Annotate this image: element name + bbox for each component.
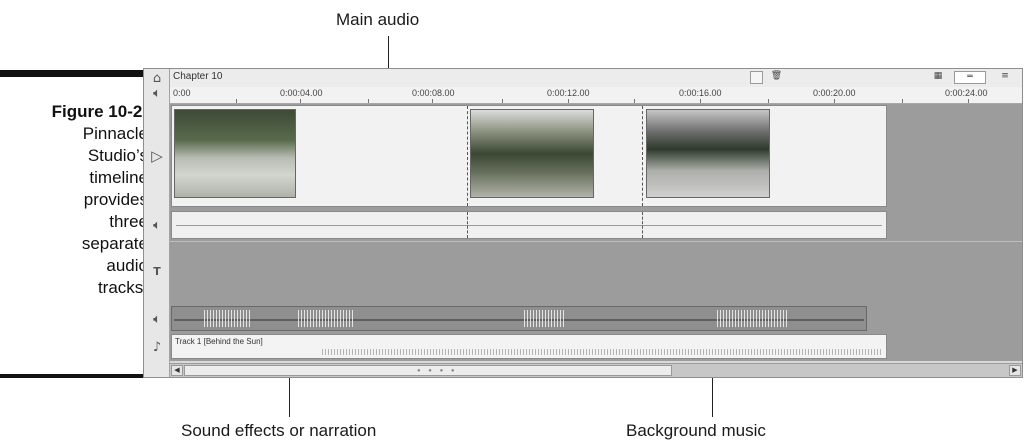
music-track-label: Track 1 [Behind the Sun] [175, 337, 263, 346]
caption-line: tracks. [97, 278, 148, 297]
ruler-label: 0:00:04.00 [280, 88, 323, 98]
scroll-left-button[interactable]: ◀ [171, 365, 183, 376]
figure-caption: Figure 10-2: Pinnacle Studio’s timeline … [0, 101, 148, 299]
clip-boundary [467, 106, 468, 206]
sound-effects-clip[interactable] [171, 306, 867, 331]
ruler-label: 0:00:16.00 [679, 88, 722, 98]
clip-boundary [642, 212, 643, 238]
background-music-track[interactable]: Track 1 [Behind the Sun] [170, 333, 1022, 361]
clip-boundary [467, 212, 468, 238]
video-clip-thumbnail[interactable] [174, 109, 296, 198]
main-audio-track[interactable] [170, 209, 1022, 241]
caption-line: three [109, 212, 148, 231]
ruler-label: 0:00:12.00 [547, 88, 590, 98]
music-waveform [322, 349, 882, 355]
title-overlay-track[interactable] [170, 241, 1022, 305]
audio-waveform [176, 225, 882, 226]
trash-icon[interactable]: 🗑︎ [770, 71, 783, 84]
callout-main-audio: Main audio [336, 10, 420, 29]
ruler-label: 0:00:24.00 [945, 88, 988, 98]
callout-sound-effects: Sound effects or narration [181, 421, 377, 440]
caption-line: Pinnacle [82, 124, 148, 143]
caption-line: audio [106, 256, 148, 275]
track-header-gutter: ⌂ 🔈︎ ▷ 🔈︎ T 🔈︎ ♪ [144, 69, 170, 377]
sound-effects-track[interactable] [170, 305, 1022, 333]
main-audio-clip[interactable] [171, 211, 887, 239]
scroll-thumb[interactable]: ● ● ● ● [184, 365, 672, 376]
caption-line: separate [81, 234, 148, 253]
scroll-right-button[interactable]: ▶ [1009, 365, 1021, 376]
speaker-icon[interactable]: 🔈︎ [147, 311, 167, 329]
timeline-ruler[interactable]: 0:00 0:00:04.00 0:00:08.00 0:00:12.00 0:… [170, 87, 1022, 104]
caption-line: timeline [89, 168, 148, 187]
horizontal-scrollbar[interactable]: ◀ ● ● ● ● ▶ [170, 363, 1022, 377]
callout-background-music: Background music [626, 421, 766, 440]
split-clip-button[interactable] [750, 71, 763, 84]
caption-line: Studio’s [87, 146, 148, 165]
background-music-clip[interactable]: Track 1 [Behind the Sun] [171, 334, 887, 359]
storyboard-view-button[interactable]: ▦ [928, 71, 948, 84]
timeline-view-button[interactable]: ═ [954, 71, 986, 84]
figure-number: Figure 10-2: [51, 102, 148, 121]
timeline-window: ⌂ 🔈︎ ▷ 🔈︎ T 🔈︎ ♪ Chapter 10 🗑︎ ▦ ═ ≡ 0:0… [143, 68, 1023, 378]
clip-boundary [642, 106, 643, 206]
camera-icon[interactable]: ▷ [147, 147, 167, 165]
speaker-icon[interactable]: 🔈︎ [147, 217, 167, 235]
video-clip-thumbnail[interactable] [646, 109, 770, 198]
ruler-label: 0:00 [173, 88, 191, 98]
caption-bottom-rule [0, 374, 148, 378]
music-note-icon[interactable]: ♪ [147, 339, 167, 357]
ruler-label: 0:00:20.00 [813, 88, 856, 98]
chapter-title: Chapter 10 [173, 71, 223, 82]
speaker-volume-icon[interactable]: 🔈︎ [147, 85, 167, 103]
text-view-button[interactable]: ≡ [990, 71, 1020, 84]
caption-top-rule [0, 70, 148, 77]
video-track[interactable] [170, 104, 1022, 209]
ruler-label: 0:00:08.00 [412, 88, 455, 98]
title-icon[interactable]: T [147, 263, 167, 281]
grip-icon: ● ● ● ● [417, 368, 458, 374]
video-clip-thumbnail[interactable] [470, 109, 594, 198]
timeline-header: Chapter 10 🗑︎ ▦ ═ ≡ [170, 69, 1022, 88]
video-clip-strip[interactable] [171, 105, 887, 207]
caption-line: provides [83, 190, 148, 209]
